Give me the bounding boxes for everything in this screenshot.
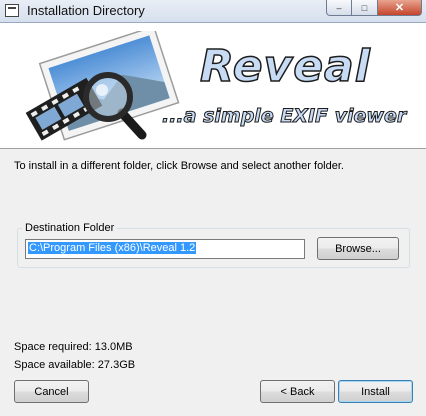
install-button[interactable]: Install [338,380,413,403]
header-banner: Reveal ...a simple EXIF viewer [0,23,426,149]
minimize-button[interactable]: – [326,0,352,16]
close-button[interactable]: ✕ [378,0,422,16]
magnifier-over-photo-film-icon [25,31,180,141]
space-available: Space available: 27.3GB [14,359,136,371]
destination-path-input[interactable]: C:\Program Files (x86)\Reveal 1.2 [25,239,305,259]
title-bar: Installation Directory – □ ✕ [0,0,426,23]
product-name: Reveal [199,40,371,93]
browse-button[interactable]: Browse... [317,237,399,260]
product-tagline: ...a simple EXIF viewer [161,105,407,128]
window-title: Installation Directory [27,3,145,18]
app-icon [5,4,19,17]
back-button[interactable]: < Back [260,380,335,403]
space-required: Space required: 13.0MB [14,341,133,353]
window-controls: – □ ✕ [326,0,422,16]
instruction-text: To install in a different folder, click … [14,160,344,172]
cancel-button[interactable]: Cancel [14,380,89,403]
maximize-button[interactable]: □ [352,0,378,16]
destination-folder-legend: Destination Folder [25,222,115,234]
destination-path-value: C:\Program Files (x86)\Reveal 1.2 [28,242,197,254]
